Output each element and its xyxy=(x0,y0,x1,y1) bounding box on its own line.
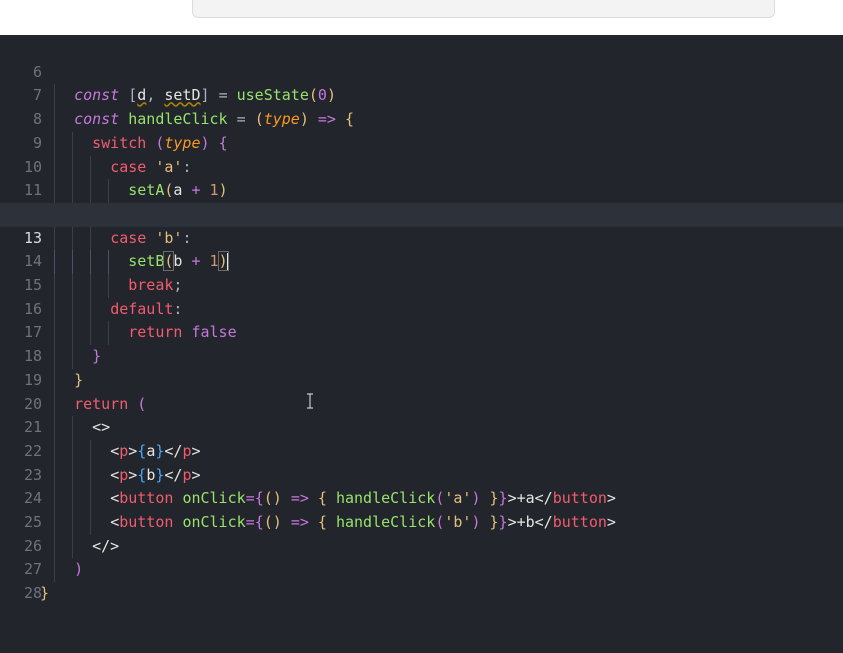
code-line[interactable]: 15 default: xyxy=(0,250,843,322)
code-line[interactable]: 6 const [d, setD] = useState(0) xyxy=(0,37,843,109)
code-line[interactable]: 27 } xyxy=(0,535,843,602)
i-beam-cursor-icon xyxy=(307,393,313,409)
code-line[interactable]: 26 ) xyxy=(0,511,843,583)
top-bar xyxy=(0,0,843,35)
code-line[interactable]: 25 </> xyxy=(0,487,843,559)
code-line[interactable]: 28 xyxy=(0,558,843,602)
code-editor[interactable]: 6 const [d, setD] = useState(0) 7 const … xyxy=(0,37,843,602)
code-line[interactable]: 14 break; xyxy=(0,227,843,298)
code-line[interactable]: 12 case 'b': xyxy=(0,179,843,251)
code-line-active[interactable]: 13 setB(b + 1) xyxy=(0,202,843,274)
code-line[interactable]: 11 break; xyxy=(0,156,843,227)
code-line[interactable]: 21 <p>{a}</p> xyxy=(0,393,843,464)
code-line[interactable]: 16 return false xyxy=(0,274,843,346)
code-line[interactable]: 19 return ( xyxy=(0,345,843,417)
code-line[interactable]: 23 <button onClick={() => { handleClick(… xyxy=(0,440,843,511)
line-number: 28 xyxy=(23,584,42,603)
code-line[interactable]: 7 const handleClick = (type) => { xyxy=(0,61,843,132)
code-line[interactable]: 20 <> xyxy=(0,369,843,440)
code-line[interactable]: 17 } xyxy=(0,298,843,369)
code-line[interactable]: 24 <button onClick={() => { handleClick(… xyxy=(0,464,843,535)
code-line[interactable]: 22 <p>{b}</p> xyxy=(0,416,843,488)
code-line[interactable]: 10 setA(a + 1) xyxy=(0,132,843,203)
code-line[interactable]: 9 case 'a': xyxy=(0,108,843,180)
search-box[interactable] xyxy=(192,0,775,18)
code-line[interactable]: 18 } xyxy=(0,321,843,393)
code-line[interactable]: 8 switch (type) { xyxy=(0,84,843,156)
